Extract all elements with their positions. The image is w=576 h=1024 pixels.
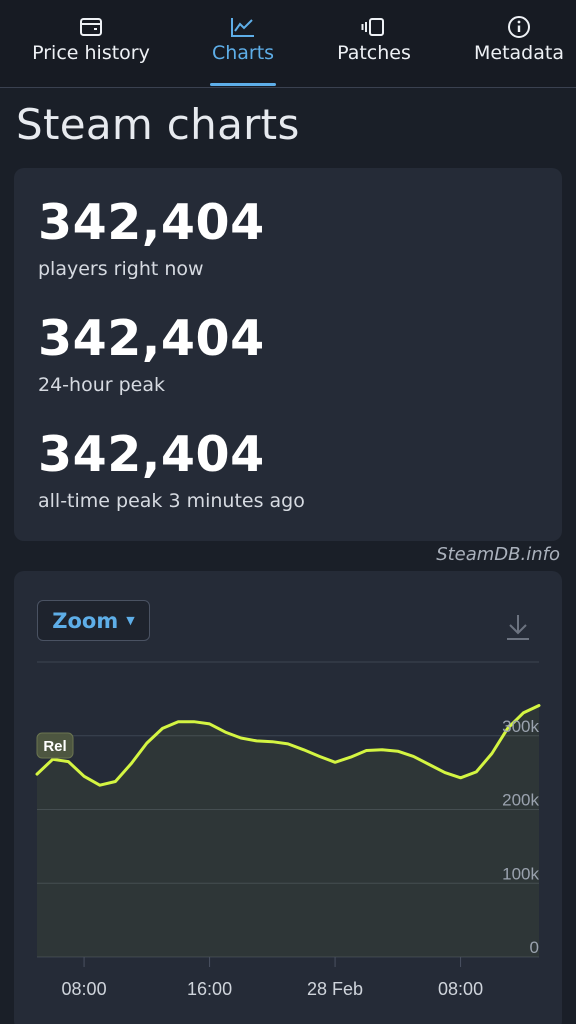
patches-icon (361, 16, 387, 38)
y-tick-label: 0 (530, 938, 539, 957)
all-time-peak-value: 342,404 (38, 426, 265, 483)
x-tick-label: 28 Feb (307, 979, 363, 999)
tab-label: Charts (211, 42, 275, 64)
tab-label: Patches (337, 42, 411, 64)
tab-label: Price history (32, 42, 150, 64)
info-icon (507, 16, 531, 38)
active-tab-indicator (210, 83, 276, 86)
players-now-label: players right now (38, 258, 204, 280)
page-title: Steam charts (16, 100, 300, 149)
download-icon[interactable] (504, 611, 532, 643)
rel-annotation-label: Rel (43, 738, 66, 755)
players-now-value: 342,404 (38, 194, 265, 251)
tab-charts[interactable]: Charts (210, 0, 276, 88)
y-tick-label: 100k (502, 864, 539, 883)
all-time-peak-label: all-time peak 3 minutes ago (38, 490, 305, 512)
steamdb-credit[interactable]: SteamDB.info (436, 544, 560, 565)
tab-price-history[interactable]: Price history (30, 0, 152, 88)
wallet-icon (79, 16, 103, 38)
player-stats-card: 342,404 players right now 342,404 24-hou… (14, 168, 562, 541)
tab-patches[interactable]: Patches (334, 0, 414, 88)
x-tick-label: 08:00 (62, 979, 107, 999)
y-tick-label: 200k (502, 791, 539, 810)
line-chart-icon (230, 16, 256, 38)
zoom-dropdown[interactable]: Zoom ▼ (37, 600, 150, 641)
tab-metadata[interactable]: Metadata (472, 0, 566, 88)
chart-card: 0 100k 200k 300k 08:00 16:00 28 Feb 08:00 Rel Z… (14, 571, 562, 1024)
zoom-label: Zoom (52, 608, 119, 633)
y-tick-label: 300k (502, 717, 539, 736)
peak-24h-label: 24-hour peak (38, 374, 165, 396)
rel-annotation[interactable]: Rel (36, 732, 74, 759)
x-tick-label: 08:00 (438, 979, 483, 999)
tab-bar: Price history Charts Patches Metadata (0, 0, 576, 88)
chevron-down-icon: ▼ (126, 614, 135, 627)
peak-24h-value: 342,404 (38, 310, 265, 367)
tab-label: Metadata (474, 42, 564, 64)
x-tick-label: 16:00 (187, 979, 232, 999)
